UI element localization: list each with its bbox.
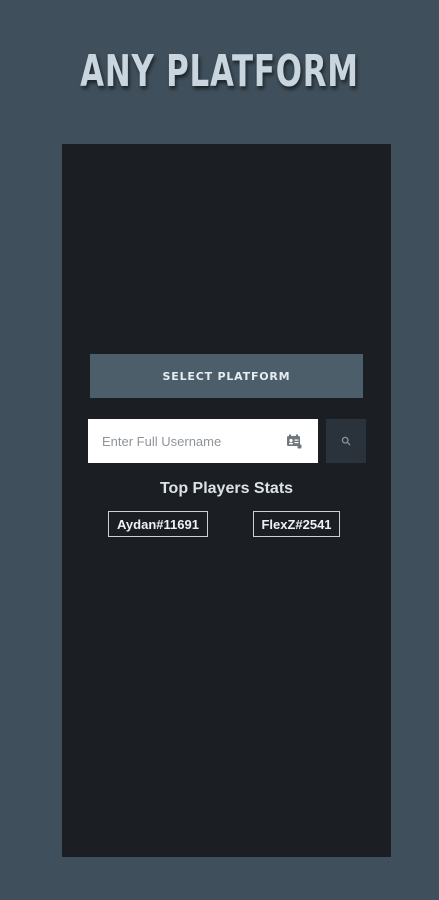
search-button[interactable] <box>326 419 366 463</box>
top-players-heading: Top Players Stats <box>159 480 294 497</box>
contact-card-icon[interactable] <box>286 433 302 449</box>
username-input[interactable] <box>88 419 278 463</box>
page-title: ANY PLATFORM <box>80 46 359 97</box>
username-field <box>88 419 318 463</box>
search-icon <box>341 434 351 449</box>
main-panel: SELECT PLATFORM Enter Full Username Top … <box>62 144 391 857</box>
player-chip[interactable]: Aydan#11691 <box>108 511 208 537</box>
player-chip[interactable]: FlexZ#2541 <box>253 511 340 537</box>
select-platform-button[interactable]: SELECT PLATFORM <box>90 354 363 398</box>
search-row <box>88 419 366 463</box>
